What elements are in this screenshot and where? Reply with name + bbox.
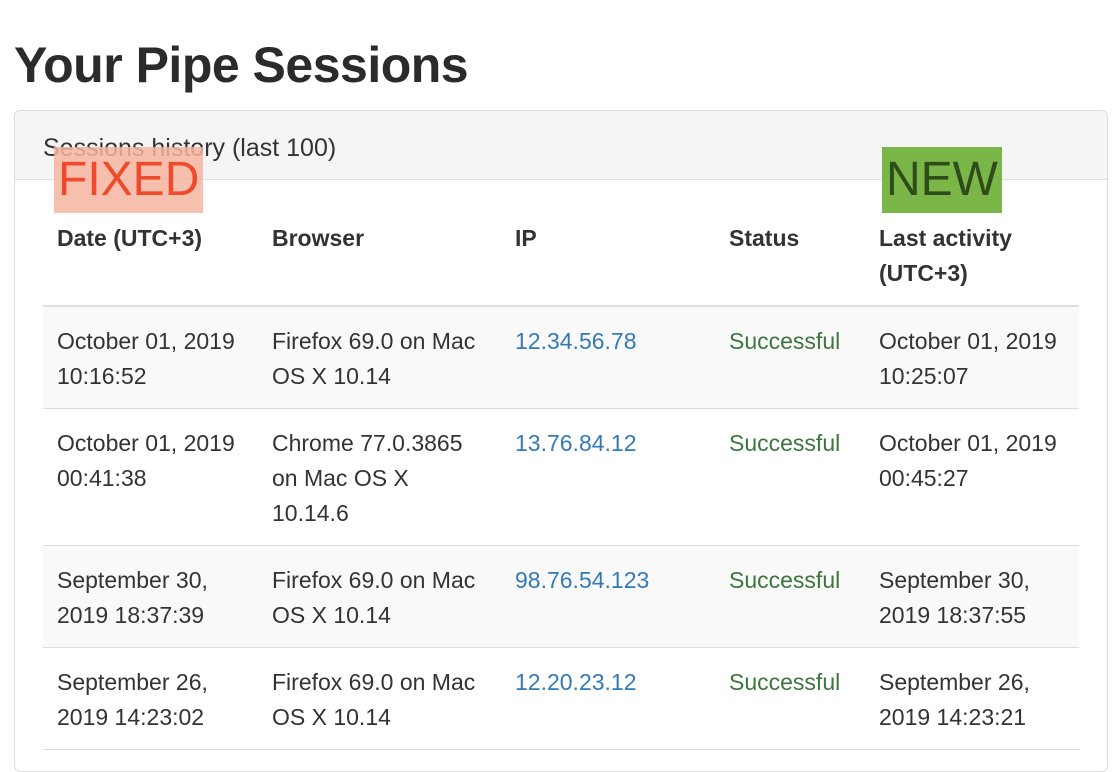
- header-browser: Browser: [258, 201, 501, 307]
- table-row: September 26, 2019 14:23:02 Firefox 69.0…: [43, 647, 1079, 750]
- cell-browser: Firefox 69.0 on Mac OS X 10.14: [258, 545, 501, 648]
- cell-ip: 12.20.23.12: [501, 647, 715, 750]
- table-row: September 30, 2019 18:37:39 Firefox 69.0…: [43, 545, 1079, 648]
- ip-link[interactable]: 12.34.56.78: [515, 328, 637, 354]
- ip-link[interactable]: 12.20.23.12: [515, 669, 637, 695]
- sessions-panel: Sessions history (last 100) FIXED NEW Da…: [14, 110, 1108, 772]
- table-row: October 01, 2019 00:41:38 Chrome 77.0.38…: [43, 408, 1079, 546]
- cell-last-activity: September 26, 2019 14:23:21: [865, 647, 1079, 750]
- cell-date: October 01, 2019 10:16:52: [43, 306, 258, 409]
- cell-status: Successful: [715, 647, 865, 750]
- table-row: October 01, 2019 10:16:52 Firefox 69.0 o…: [43, 306, 1079, 409]
- table-header-row: Date (UTC+3) Browser IP Status Last acti…: [43, 201, 1079, 307]
- header-last-activity: Last activity (UTC+3): [865, 201, 1079, 307]
- cell-date: October 01, 2019 00:41:38: [43, 408, 258, 546]
- cell-status: Successful: [715, 545, 865, 648]
- cell-last-activity: October 01, 2019 10:25:07: [865, 306, 1079, 409]
- cell-date: September 26, 2019 14:23:02: [43, 647, 258, 750]
- page-title: Your Pipe Sessions: [14, 37, 469, 93]
- cell-ip: 12.34.56.78: [501, 306, 715, 409]
- header-date: Date (UTC+3): [43, 201, 258, 307]
- sessions-table: Date (UTC+3) Browser IP Status Last acti…: [43, 201, 1079, 750]
- ip-link[interactable]: 13.76.84.12: [515, 430, 637, 456]
- fixed-annotation: FIXED: [54, 147, 204, 213]
- cell-browser: Firefox 69.0 on Mac OS X 10.14: [258, 647, 501, 750]
- new-annotation: NEW: [882, 147, 1002, 213]
- cell-date: September 30, 2019 18:37:39: [43, 545, 258, 648]
- header-ip: IP: [501, 201, 715, 307]
- ip-link[interactable]: 98.76.54.123: [515, 567, 649, 593]
- cell-browser: Firefox 69.0 on Mac OS X 10.14: [258, 306, 501, 409]
- header-status: Status: [715, 201, 865, 307]
- cell-status: Successful: [715, 306, 865, 409]
- cell-last-activity: September 30, 2019 18:37:55: [865, 545, 1079, 648]
- cell-last-activity: October 01, 2019 00:45:27: [865, 408, 1079, 546]
- cell-ip: 13.76.84.12: [501, 408, 715, 546]
- cell-browser: Chrome 77.0.3865 on Mac OS X 10.14.6: [258, 408, 501, 546]
- cell-status: Successful: [715, 408, 865, 546]
- cell-ip: 98.76.54.123: [501, 545, 715, 648]
